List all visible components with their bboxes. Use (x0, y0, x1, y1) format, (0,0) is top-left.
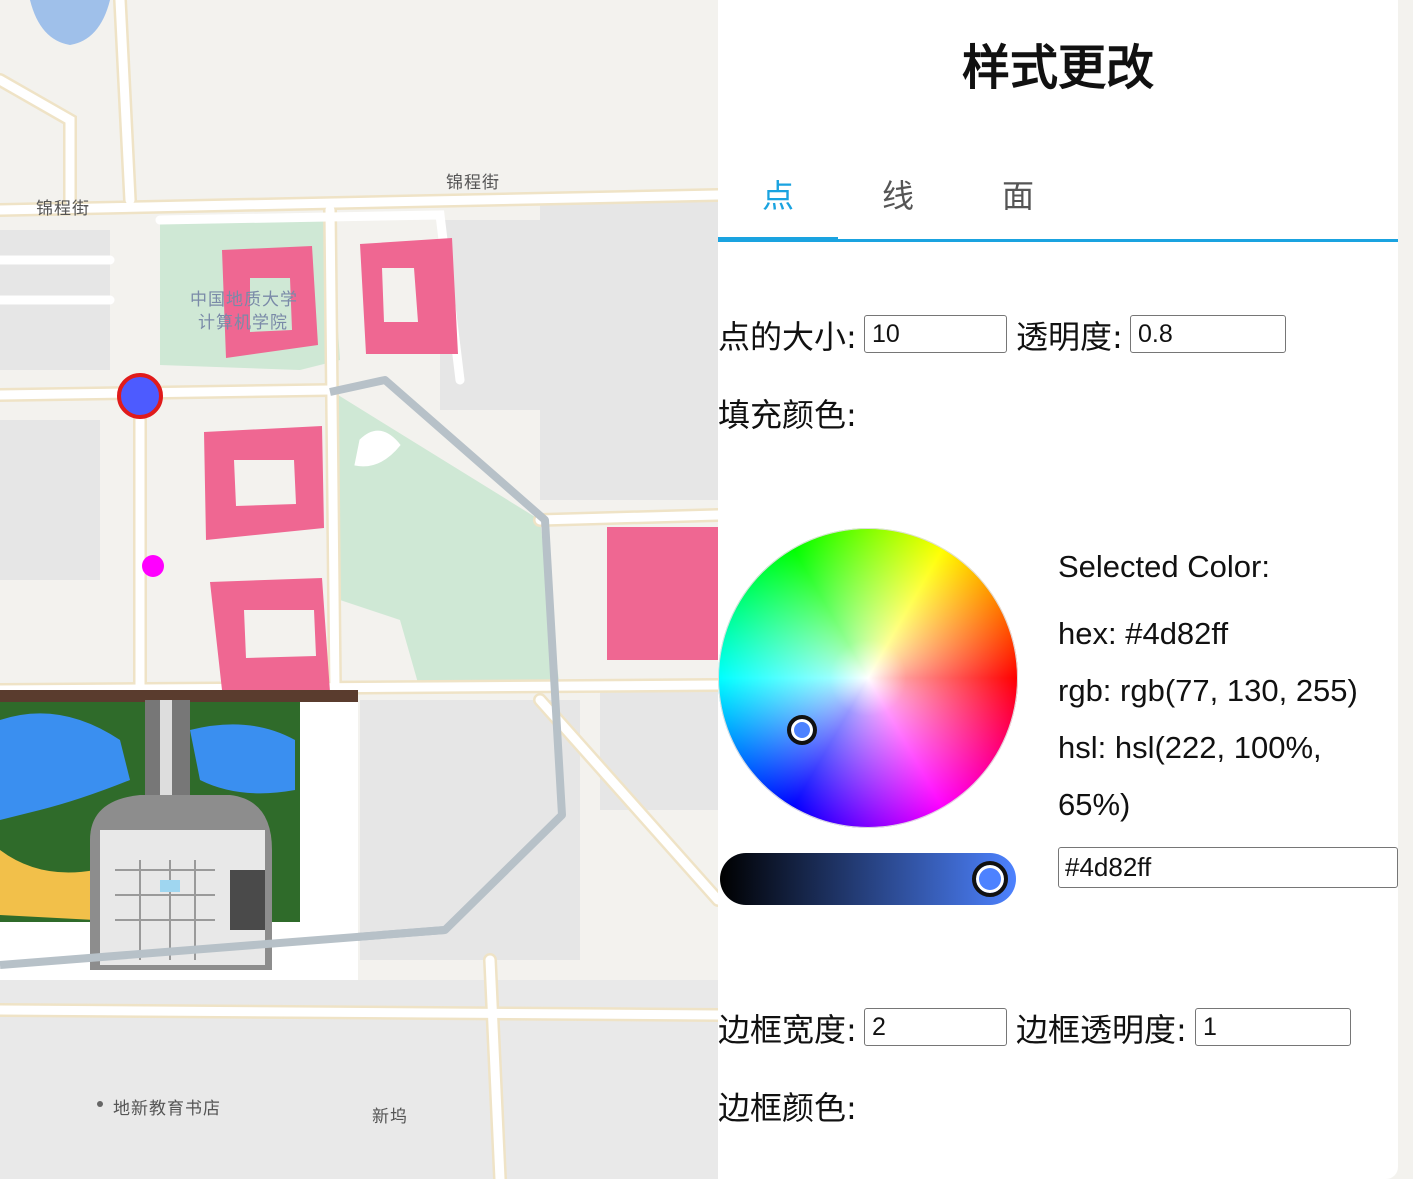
border-color-label: 边框颜色: (718, 1089, 857, 1127)
selected-point-marker[interactable] (117, 373, 163, 419)
campus-label-line1: 中国地质大学 (190, 290, 298, 310)
campus-label-line2: 计算机学院 (198, 313, 288, 333)
map-view[interactable]: 锦程街 锦程街 中国地质大学 计算机学院 地新教育书店 新坞 (0, 0, 718, 1179)
opacity-row: 透明度: (1016, 312, 1123, 358)
style-panel: 样式更改 点 线 面 点的大小: 透明度: 填充颜色: Selected Col… (718, 0, 1398, 1179)
hsl-readout-line2: 65%) (1058, 787, 1131, 822)
border-width-input[interactable] (864, 1008, 1007, 1046)
color-wheel[interactable] (718, 528, 1018, 828)
opacity-label: 透明度: (1016, 318, 1123, 356)
tab-polygon[interactable]: 面 (958, 170, 1078, 238)
tab-bar: 点 线 面 (718, 170, 1398, 242)
map-edge-strip (1398, 0, 1413, 1179)
color-wheel-handle[interactable] (787, 715, 817, 745)
opacity-input[interactable] (1130, 315, 1286, 353)
magenta-point-marker[interactable] (142, 555, 164, 577)
tab-line[interactable]: 线 (838, 170, 958, 238)
xinwu-label: 新坞 (372, 1107, 408, 1127)
tab-point[interactable]: 点 (718, 170, 838, 238)
rgb-readout: rgb: rgb(77, 130, 255) (1058, 673, 1358, 708)
border-opacity-input[interactable] (1195, 1008, 1351, 1046)
hex-color-input[interactable] (1058, 847, 1398, 888)
street-label-right: 锦程街 (446, 173, 500, 193)
bookstore-label: 地新教育书店 (113, 1099, 221, 1119)
brightness-slider[interactable] (720, 853, 1016, 905)
fill-color-label: 填充颜色: (718, 396, 857, 434)
point-size-label: 点的大小: (718, 318, 857, 356)
street-label-left: 锦程街 (36, 199, 90, 219)
selected-color-heading: Selected Color: (1058, 549, 1270, 584)
panel-title: 样式更改 (961, 40, 1154, 96)
tab-active-indicator (718, 237, 838, 242)
border-opacity-label: 边框透明度: (1016, 1011, 1187, 1049)
hex-readout: hex: #4d82ff (1058, 616, 1229, 651)
border-width-label: 边框宽度: (718, 1011, 857, 1049)
brightness-slider-handle[interactable] (972, 861, 1008, 897)
map-basemap (0, 0, 718, 1179)
hsl-readout-line1: hsl: hsl(222, 100%, (1058, 730, 1322, 765)
point-size-input[interactable] (864, 315, 1007, 353)
point-size-row: 点的大小: (718, 312, 857, 358)
